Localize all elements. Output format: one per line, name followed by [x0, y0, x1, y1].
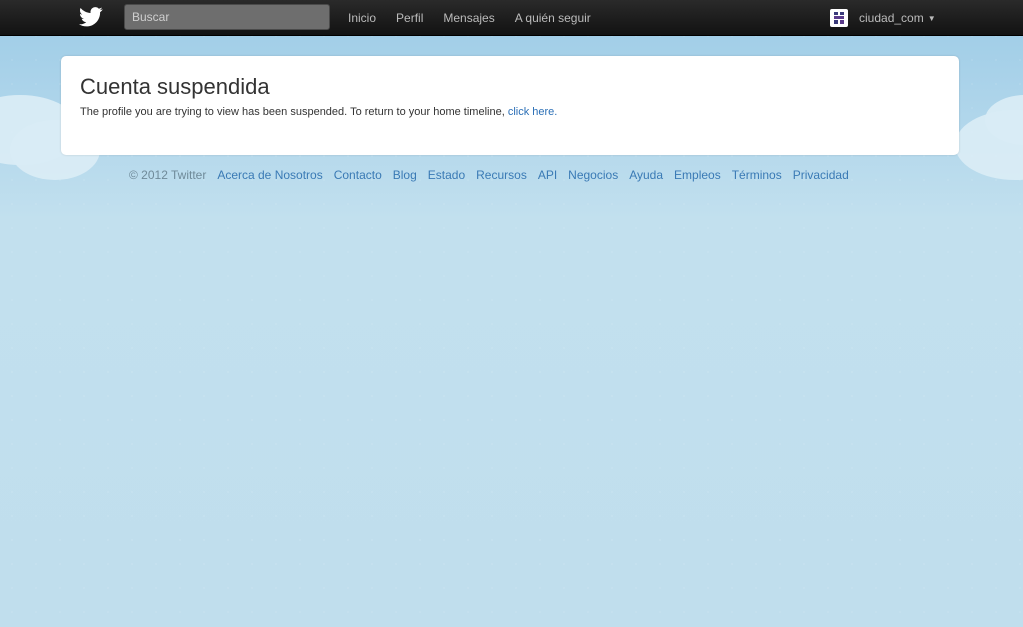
footer-link-estado[interactable]: Estado: [428, 168, 465, 182]
footer-link-privacidad[interactable]: Privacidad: [793, 168, 849, 182]
avatar-image: [832, 11, 846, 25]
click-here-link[interactable]: click here.: [508, 106, 558, 118]
suspended-message: The profile you are trying to view has b…: [80, 106, 940, 118]
nav-perfil[interactable]: Perfil: [396, 11, 423, 25]
footer-link-acerca[interactable]: Acerca de Nosotros: [217, 168, 322, 182]
footer-link-empleos[interactable]: Empleos: [674, 168, 721, 182]
username[interactable]: ciudad_com: [859, 11, 924, 25]
avatar[interactable]: [830, 9, 848, 27]
user-menu[interactable]: ciudad_com ▼: [830, 0, 936, 36]
nav-mensajes[interactable]: Mensajes: [443, 11, 494, 25]
nav-inicio[interactable]: Inicio: [348, 11, 376, 25]
footer-link-ayuda[interactable]: Ayuda: [629, 168, 663, 182]
top-bar: Inicio Perfil Mensajes A quién seguir ci…: [0, 0, 1023, 36]
footer: © 2012 Twitter Acerca de Nosotros Contac…: [129, 168, 860, 182]
footer-link-blog[interactable]: Blog: [393, 168, 417, 182]
footer-copyright: © 2012 Twitter: [129, 168, 207, 182]
caret-down-icon[interactable]: ▼: [928, 14, 936, 23]
footer-link-terminos[interactable]: Términos: [732, 168, 782, 182]
search-input[interactable]: [124, 4, 330, 30]
main-nav: Inicio Perfil Mensajes A quién seguir: [348, 0, 611, 36]
page-title: Cuenta suspendida: [80, 74, 270, 99]
footer-link-negocios[interactable]: Negocios: [568, 168, 618, 182]
twitter-bird-icon[interactable]: [79, 6, 103, 28]
footer-link-contacto[interactable]: Contacto: [334, 168, 382, 182]
suspended-message-text: The profile you are trying to view has b…: [80, 106, 508, 118]
nav-a-quien-seguir[interactable]: A quién seguir: [515, 11, 591, 25]
suspended-card: Cuenta suspendida The profile you are tr…: [61, 56, 959, 155]
footer-link-api[interactable]: API: [538, 168, 557, 182]
footer-link-recursos[interactable]: Recursos: [476, 168, 527, 182]
